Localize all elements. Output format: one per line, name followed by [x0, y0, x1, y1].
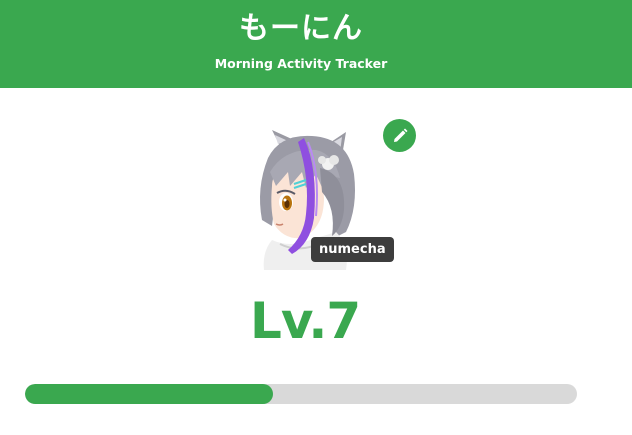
edit-profile-button[interactable]: [383, 119, 416, 152]
app-title: もーにん: [239, 11, 363, 46]
username-badge: numecha: [311, 237, 394, 262]
app-header: もーにん Morning Activity Tracker: [0, 0, 632, 88]
level-progress-bar: [25, 384, 577, 404]
level-progress-fill: [25, 384, 274, 404]
pencil-icon: [393, 128, 407, 142]
level-label: Lv.7: [250, 292, 361, 350]
app-subtitle: Morning Activity Tracker: [214, 56, 388, 71]
